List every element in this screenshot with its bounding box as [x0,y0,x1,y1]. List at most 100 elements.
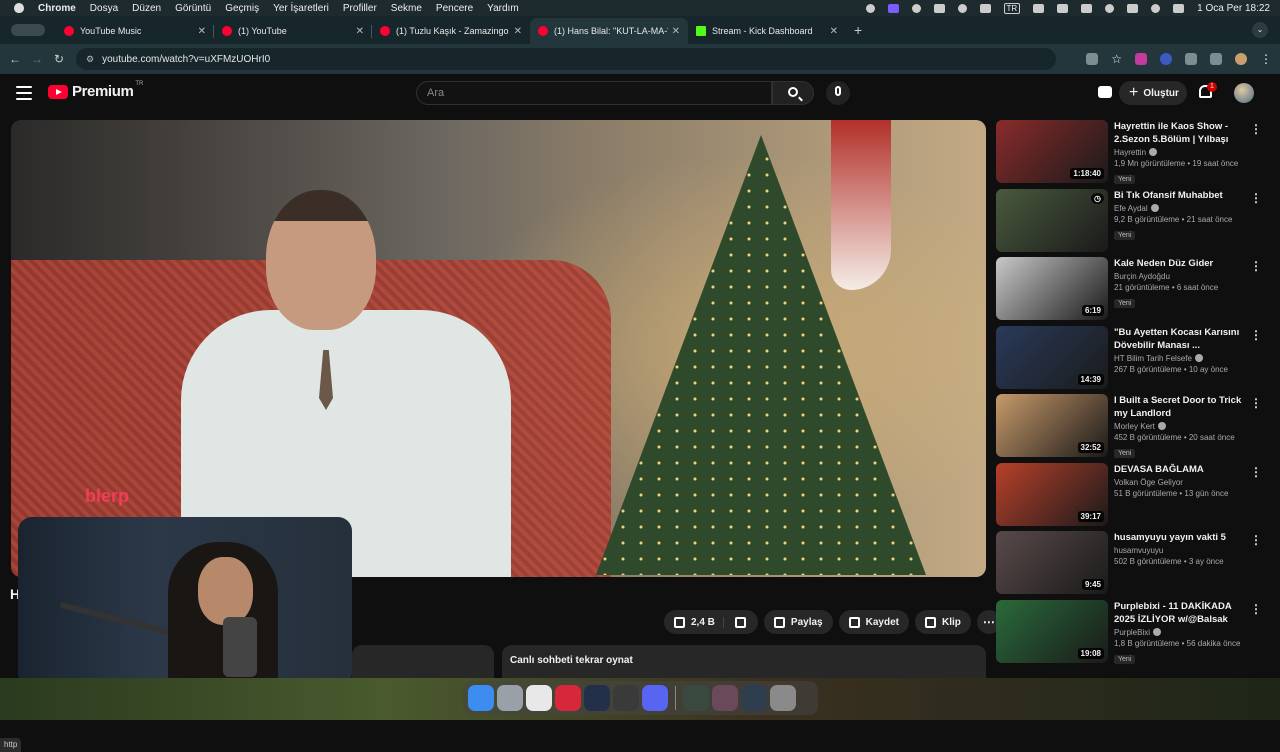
menu-profiller[interactable]: Profiller [343,3,377,14]
extension-pink-icon[interactable] [1135,53,1147,65]
video-channel[interactable]: Volkan Öge Geliyor [1114,478,1254,487]
window-icon-2[interactable] [712,685,738,711]
cast-icon[interactable] [1098,86,1112,98]
launchpad-icon[interactable] [497,685,523,711]
video-channel[interactable]: Hayrettin [1114,148,1254,157]
close-tab-icon[interactable]: ✕ [356,26,364,37]
share-button[interactable]: Paylaş [763,610,833,634]
grid-icon[interactable] [933,3,945,13]
close-tab-icon[interactable]: ✕ [830,26,838,37]
recommended-video[interactable]: 9:45 husamyuyu yayın vakti 5 husamvuyuyu 50… [996,531,1276,600]
address-bar[interactable]: ⚙ youtube.com/watch?v=uXFMzUOHrI0 [76,48,1056,70]
finder-icon[interactable] [468,685,494,711]
video-thumbnail[interactable]: 9:45 [996,531,1108,594]
menu-sekme[interactable]: Sekme [391,3,422,14]
screen-share-icon[interactable] [887,3,899,13]
video-player[interactable]: blerp [11,120,986,577]
like-count[interactable]: 2,4 B [691,616,724,628]
dislike-button[interactable] [724,616,758,628]
gear-status-icon[interactable] [957,3,967,13]
menu-gecmis[interactable]: Geçmiş [225,3,259,14]
extension-blue-icon[interactable] [1160,53,1172,65]
profile-avatar-icon[interactable] [1235,53,1247,65]
recommended-video[interactable]: 19:08 Purplebixi - 11 DAKİKADA 2025 İZLİY… [996,599,1276,669]
chrome-menu-icon[interactable]: ⋮ [1260,52,1272,66]
wifi-icon[interactable] [1127,3,1139,13]
video-channel[interactable]: husamvuyuyu [1114,546,1254,555]
video-channel[interactable]: Morley Kert [1114,422,1254,431]
media-controls-icon[interactable] [1210,53,1222,65]
app-red-icon[interactable] [555,685,581,711]
video-channel[interactable]: Burçin Aydoğdu [1114,272,1254,281]
video-menu-icon[interactable]: ⋮ [1250,396,1262,410]
back-icon[interactable]: ← [4,52,26,66]
live-chat-replay-box[interactable]: Canlı sohbeti tekrar oynat [502,645,986,678]
video-title[interactable]: "Bu Ayetten Kocası Karısını Dövebilir Ma… [1114,326,1254,352]
play-status-icon[interactable] [1105,3,1115,13]
install-app-icon[interactable] [1086,53,1099,65]
close-tab-icon[interactable]: ✕ [672,26,680,37]
account-avatar[interactable] [1234,83,1254,103]
obs-icon[interactable] [613,685,639,711]
video-menu-icon[interactable]: ⋮ [1250,259,1262,273]
reload-icon[interactable]: ↻ [48,52,70,66]
hamburger-menu-icon[interactable] [16,86,32,100]
video-title[interactable]: DEVASA BAĞLAMA [1114,463,1254,476]
video-title[interactable]: Purplebixi - 11 DAKİKADA 2025 İZLİYOR w/… [1114,600,1254,626]
recommended-video[interactable]: 14:39 "Bu Ayetten Kocası Karısını Dövebil… [996,325,1276,395]
trash-icon[interactable] [770,685,796,711]
video-channel[interactable]: PurpleBixi [1114,627,1254,637]
description-box[interactable] [352,645,494,678]
window-icon-1[interactable] [683,685,709,711]
tab-tuzlu-kasik[interactable]: (1) Tuzlu Kaşık - Zamazingo 1 ✕ [372,18,530,44]
video-title[interactable]: husamyuyu yayın vakti 5 [1114,531,1254,544]
tab-youtube-home[interactable]: (1) YouTube ✕ [214,18,372,44]
video-title[interactable]: Hayrettin ile Kaos Show - 2.Sezon 5.Bölü… [1114,120,1254,146]
menu-duzen[interactable]: Düzen [132,3,161,14]
youtube-premium-logo[interactable]: Premium TR [48,81,143,100]
tab-youtube-music[interactable]: YouTube Music ✕ [56,18,214,44]
voice-search-button[interactable] [826,81,850,105]
create-button[interactable]: + Oluştur [1119,81,1187,105]
menu-dosya[interactable]: Dosya [90,3,118,14]
chrome-icon[interactable] [526,685,552,711]
video-channel[interactable]: Efe Aydal [1114,203,1254,213]
video-menu-icon[interactable]: ⋮ [1250,191,1262,205]
video-menu-icon[interactable]: ⋮ [1250,533,1262,547]
like-icon[interactable] [674,616,685,628]
display-icon[interactable] [1057,3,1069,13]
video-thumbnail[interactable]: 19:08 [996,599,1108,663]
audio-wave-icon[interactable] [979,3,991,13]
menu-yer-isaretleri[interactable]: Yer İşaretleri [273,3,329,14]
recommended-video[interactable]: 6:19 Kale Neden Düz Gider Burçin Aydoğdu 21… [996,257,1276,326]
extensions-puzzle-icon[interactable] [1185,53,1197,65]
search-button[interactable] [772,81,814,105]
menu-app-name[interactable]: Chrome [38,3,76,14]
volume-icon[interactable] [1033,3,1045,13]
watch-later-icon[interactable]: ◷ [1091,192,1104,204]
menubar-clock[interactable]: 1 Oca Per 18:22 [1197,3,1270,14]
tab-search-button[interactable]: ⌄ [1252,22,1268,38]
forward-icon[interactable]: → [26,52,48,66]
recommended-video[interactable]: 1:18:40 Hayrettin ile Kaos Show - 2.Sezon… [996,120,1276,189]
video-menu-icon[interactable]: ⋮ [1250,602,1262,616]
tab-hans-bilal[interactable]: (1) Hans Bilal: "KUT-LA-MA-" ✕ [530,18,688,44]
video-title[interactable]: Kale Neden Düz Gider [1114,257,1254,270]
new-tab-button[interactable]: + [854,22,862,38]
window-icon[interactable] [1081,3,1093,13]
video-thumbnail[interactable]: 6:19 [996,257,1108,320]
clip-button[interactable]: Klip [914,610,971,634]
discord-icon[interactable] [642,685,668,711]
video-channel[interactable]: HT Bilim Tarih Felsefe [1114,353,1254,363]
video-menu-icon[interactable]: ⋮ [1250,122,1262,136]
tab-group-toggle[interactable] [0,16,56,44]
apple-icon[interactable] [14,3,24,13]
input-language-indicator[interactable]: TR [1003,2,1021,14]
video-thumbnail[interactable]: ◷ [996,188,1108,252]
control-center-icon[interactable] [1173,3,1185,13]
video-title[interactable]: Bi Tık Ofansif Muhabbet [1114,189,1254,202]
video-menu-icon[interactable]: ⋮ [1250,328,1262,342]
close-tab-icon[interactable]: ✕ [514,26,522,37]
menu-goruntu[interactable]: Görüntü [175,3,211,14]
video-thumbnail[interactable]: 14:39 [996,325,1108,389]
